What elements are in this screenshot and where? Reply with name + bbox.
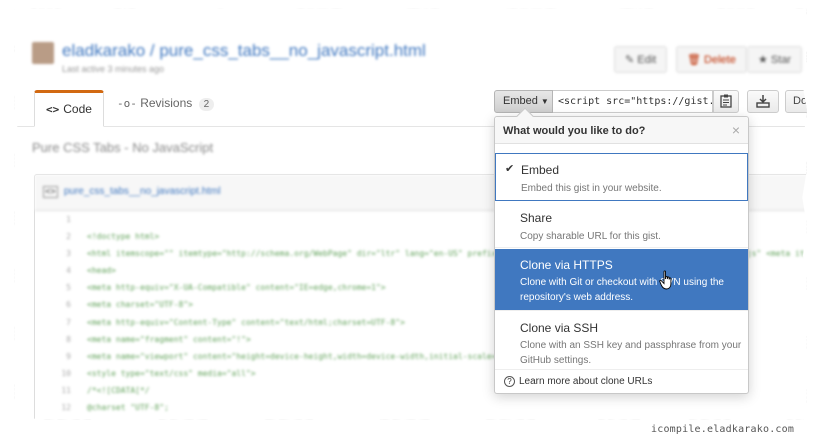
line-code: <!doctype html> [87, 232, 160, 242]
line-code: /*<![CDATA[*/ [87, 385, 150, 395]
history-icon: -o- [117, 97, 137, 110]
delete-label: Delete [704, 54, 736, 66]
watermark: icompile.eladkarako.com [651, 424, 795, 435]
code-line: 12 @charset "UTF-8"; [35, 400, 807, 417]
clipboard-icon [720, 94, 732, 108]
line-number: 12 [61, 403, 71, 413]
line-code: <meta name="fragment" content="!"> [87, 334, 251, 344]
file-name[interactable]: pure_css_tabs__no_javascript.html [64, 186, 221, 197]
embed-label: Embed [503, 95, 538, 107]
line-number: 8 [66, 334, 71, 344]
line-number: 11 [61, 385, 71, 395]
tab-revisions[interactable]: -o- Revisions 2 [117, 96, 215, 111]
line-code: <meta charset="UTF-8"> [87, 300, 193, 310]
embed-code-input[interactable]: <script src="https://gist. [553, 90, 713, 113]
repo-subtitle: Last active 3 minutes ago [62, 64, 165, 74]
file-code-icon: <> [43, 186, 58, 198]
menu-item-clone-https[interactable]: Clone via HTTPS Clone with Git or checko… [495, 249, 748, 311]
screenshot-frame: eladkarako / pure_css_tabs__no_javascrip… [14, 8, 807, 420]
embed-dropdown-menu: What would you like to do? × ✔ Embed Emb… [494, 107, 749, 394]
tab-code-label: Code [63, 102, 92, 116]
edit-label: Edit [637, 54, 657, 66]
line-number: 9 [66, 351, 71, 361]
menu-item-clone-https-title: Clone via HTTPS [520, 258, 613, 272]
line-number: 1 [66, 215, 71, 224]
line-code: <head> [87, 266, 116, 276]
star-button[interactable]: ★ Star [747, 46, 803, 73]
copy-button[interactable] [713, 90, 739, 113]
line-number: 3 [66, 249, 71, 259]
menu-item-share-title: Share [520, 211, 553, 225]
code-icon: <> [46, 103, 60, 116]
line-code: @charset "UTF-8"; [87, 403, 169, 413]
line-number: 10 [61, 368, 71, 378]
delete-button[interactable]: 🗑 Delete [676, 46, 747, 73]
edit-button[interactable]: ✎ Edit [614, 46, 668, 73]
menu-item-embed-desc: Embed this gist in your website. [521, 183, 662, 194]
line-code: <meta http-equiv="Content-Type" content=… [87, 317, 405, 327]
line-number: 7 [66, 317, 71, 327]
repo-title[interactable]: eladkarako / pure_css_tabs__no_javascrip… [62, 41, 426, 61]
tab-code[interactable]: <> Code [34, 90, 104, 127]
menu-item-share-desc: Copy sharable URL for this gist. [520, 231, 661, 242]
menu-item-clone-ssh-title: Clone via SSH [520, 321, 599, 335]
caret-down-icon: ▼ [540, 97, 549, 106]
tab-revisions-label: Revisions [140, 96, 193, 110]
checkmark-icon: ✔ [505, 163, 515, 175]
menu-item-embed-title: Embed [521, 163, 560, 177]
menu-item-clone-ssh-desc: Clone with an SSH key and passphrase fro… [520, 340, 742, 366]
learn-more-text: Learn more about clone URLs [519, 376, 653, 387]
download-icon [756, 95, 770, 108]
gist-description: Pure CSS Tabs - No JavaScript [32, 140, 214, 155]
question-icon: ? [504, 376, 515, 387]
menu-item-clone-https-desc: Clone with Git or checkout with SVN usin… [520, 277, 724, 303]
line-code: <meta http-equiv="X-UA-Compatible" conte… [87, 283, 386, 293]
dropdown-header: What would you like to do? × [495, 117, 748, 144]
line-number: 4 [66, 266, 71, 276]
line-code: <style type="text/css" media="all"> [87, 368, 256, 378]
dropdown-header-text: What would you like to do? [503, 125, 646, 137]
menu-item-embed[interactable]: ✔ Embed Embed this gist in your website. [495, 153, 748, 201]
raw-button[interactable]: Do [785, 90, 807, 113]
revisions-count-badge: 2 [198, 98, 215, 111]
menu-item-share[interactable]: Share Copy sharable URL for this gist. [495, 202, 748, 248]
line-number: 2 [66, 232, 71, 242]
avatar[interactable] [32, 42, 54, 64]
learn-more-link[interactable]: ? Learn more about clone URLs [495, 370, 748, 393]
menu-item-clone-ssh[interactable]: Clone via SSH Clone with an SSH key and … [495, 312, 748, 370]
close-icon[interactable]: × [732, 122, 740, 138]
line-number: 6 [66, 300, 71, 310]
hand-cursor-icon [659, 270, 672, 290]
download-button[interactable] [747, 90, 779, 113]
star-label: Star [770, 54, 792, 66]
line-number: 5 [66, 283, 71, 293]
